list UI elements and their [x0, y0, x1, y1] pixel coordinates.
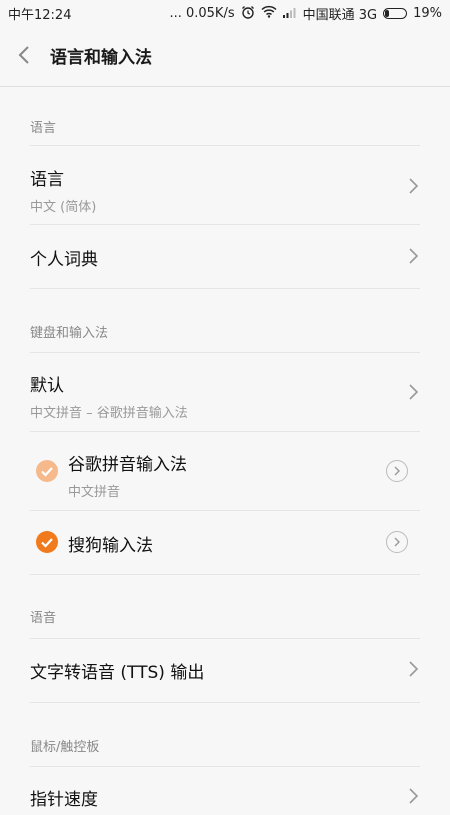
ime-settings-icon[interactable]	[386, 531, 408, 553]
chevron-right-icon	[408, 383, 420, 401]
divider	[30, 352, 420, 353]
chevron-right-icon	[408, 177, 420, 195]
row-language-subtitle: 中文 (简体)	[30, 200, 97, 215]
checkbox-google-ime-icon[interactable]	[36, 460, 58, 482]
divider	[30, 431, 420, 432]
row-pointer-speed[interactable]: 指针速度	[30, 785, 420, 815]
section-header-speech: 语音	[30, 611, 57, 626]
divider	[30, 510, 420, 511]
divider	[30, 702, 420, 703]
divider	[30, 145, 420, 146]
section-header-keyboard: 键盘和输入法	[30, 326, 109, 341]
row-google-ime[interactable]: 谷歌拼音输入法 中文拼音	[68, 450, 420, 500]
wifi-icon	[261, 5, 277, 22]
signal-icon	[282, 6, 297, 22]
row-google-ime-subtitle: 中文拼音	[68, 485, 121, 500]
back-arrow-icon[interactable]	[14, 44, 36, 66]
alarm-icon	[241, 5, 255, 23]
section-header-language: 语言	[30, 121, 57, 136]
row-default-title: 默认	[30, 376, 64, 396]
divider	[30, 224, 420, 225]
battery-percent: 19%	[413, 6, 442, 21]
status-time: 中午12:24	[8, 8, 72, 23]
row-sogou-ime[interactable]: 搜狗输入法	[68, 531, 420, 557]
row-language-title: 语言	[30, 170, 64, 190]
top-bar: 语言和输入法	[0, 24, 450, 87]
checkbox-sogou-ime-icon[interactable]	[36, 531, 58, 553]
divider	[30, 766, 420, 767]
row-default-ime[interactable]: 默认 中文拼音 – 谷歌拼音输入法	[30, 371, 420, 423]
section-header-pointer: 鼠标/触控板	[30, 740, 100, 755]
carrier-label: 中国联通 3G	[302, 8, 378, 23]
chevron-right-icon	[408, 787, 420, 805]
row-default-subtitle: 中文拼音 – 谷歌拼音输入法	[30, 406, 188, 421]
network-speed: ... 0.05K/s	[169, 6, 235, 21]
row-tts-output[interactable]: 文字转语音 (TTS) 输出	[30, 658, 420, 688]
status-bar: 中午12:24 ... 0.05K/s 中国联通 3G 19%	[0, 0, 450, 24]
divider	[30, 574, 420, 575]
divider	[30, 288, 420, 289]
row-language[interactable]: 语言 中文 (简体)	[30, 165, 420, 217]
chevron-right-icon	[408, 247, 420, 265]
battery-icon	[383, 8, 408, 19]
chevron-right-icon	[408, 660, 420, 678]
row-pointer-speed-title: 指针速度	[30, 790, 98, 810]
divider	[30, 638, 420, 639]
row-dictionary-title: 个人词典	[30, 250, 98, 270]
row-tts-title: 文字转语音 (TTS) 输出	[30, 663, 205, 683]
row-sogou-ime-title: 搜狗输入法	[68, 536, 153, 556]
row-google-ime-title: 谷歌拼音输入法	[68, 455, 187, 475]
row-personal-dictionary[interactable]: 个人词典	[30, 245, 420, 275]
page-title: 语言和输入法	[50, 48, 152, 68]
ime-settings-icon[interactable]	[386, 460, 408, 482]
